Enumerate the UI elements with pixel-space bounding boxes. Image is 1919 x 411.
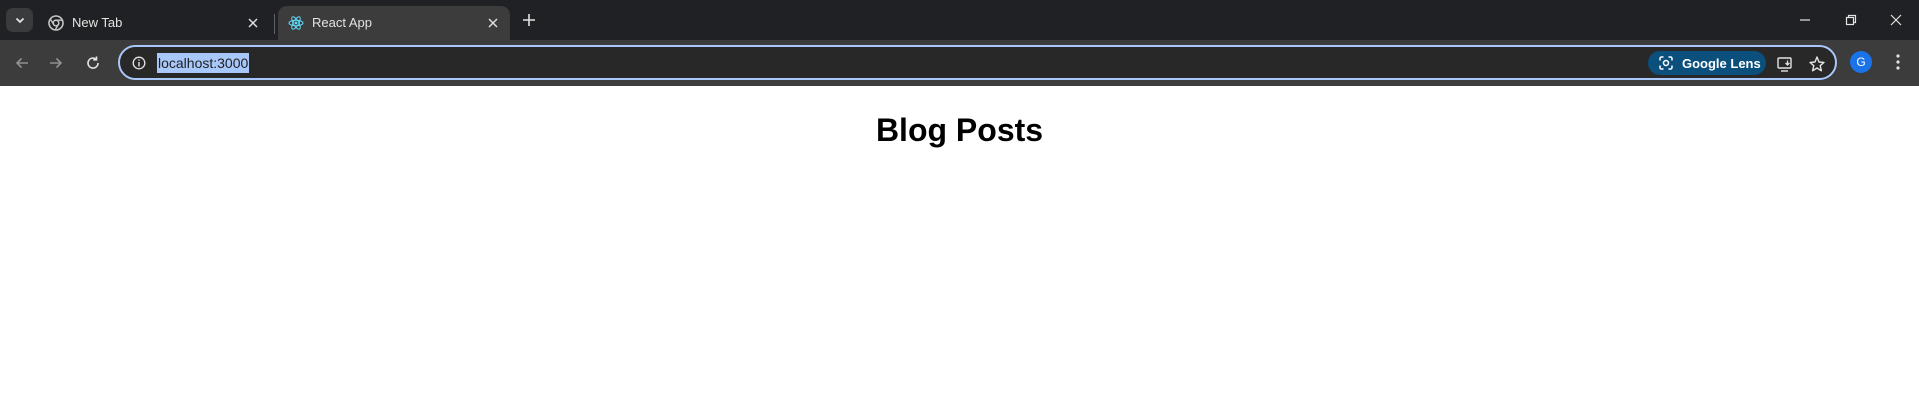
page-viewport: Blog Posts <box>0 86 1919 411</box>
lens-icon <box>1659 56 1673 70</box>
install-app-button[interactable] <box>1774 53 1796 75</box>
minimize-button[interactable] <box>1782 6 1828 34</box>
profile-avatar[interactable]: G <box>1850 51 1872 73</box>
kebab-menu-icon <box>1896 54 1900 70</box>
browser-toolbar: localhost:3000 Google Lens G <box>0 40 1919 86</box>
profile-initial: G <box>1856 55 1866 69</box>
tab-new-tab[interactable]: New Tab <box>38 6 270 40</box>
lens-label: Google Lens <box>1682 55 1761 71</box>
page-title: Blog Posts <box>875 112 1044 148</box>
minimize-icon <box>1800 19 1810 21</box>
bookmark-button[interactable] <box>1806 53 1828 75</box>
arrow-right-icon <box>50 57 63 69</box>
plus-icon <box>523 14 535 26</box>
tab-strip: New Tab React App <box>0 0 1919 40</box>
restore-button[interactable] <box>1828 6 1874 34</box>
site-info-button[interactable] <box>130 54 148 72</box>
tab-title: React App <box>312 15 372 30</box>
url-text[interactable]: localhost:3000 <box>157 53 250 73</box>
chevron-down-icon <box>15 17 24 24</box>
close-icon[interactable] <box>484 14 502 32</box>
close-window-button[interactable] <box>1873 6 1919 34</box>
close-icon[interactable] <box>244 14 262 32</box>
chrome-icon <box>48 15 64 31</box>
install-icon <box>1777 57 1792 72</box>
forward-button[interactable] <box>43 50 69 76</box>
tab-title: New Tab <box>72 15 123 30</box>
google-lens-button[interactable]: Google Lens <box>1648 51 1766 75</box>
new-tab-button[interactable] <box>518 9 540 31</box>
info-icon <box>132 56 146 70</box>
react-icon <box>288 16 304 30</box>
arrow-left-icon <box>15 57 28 69</box>
tab-search-button[interactable] <box>6 8 33 32</box>
restore-icon <box>1845 14 1857 26</box>
tab-separator <box>274 14 275 34</box>
close-icon <box>1890 14 1902 26</box>
star-icon <box>1809 56 1825 72</box>
browser-menu-button[interactable] <box>1886 50 1910 74</box>
back-button[interactable] <box>9 50 35 76</box>
address-bar[interactable]: localhost:3000 Google Lens <box>118 45 1837 80</box>
reload-icon <box>87 56 99 69</box>
tab-react-app[interactable]: React App <box>278 6 510 40</box>
reload-button[interactable] <box>80 50 106 76</box>
